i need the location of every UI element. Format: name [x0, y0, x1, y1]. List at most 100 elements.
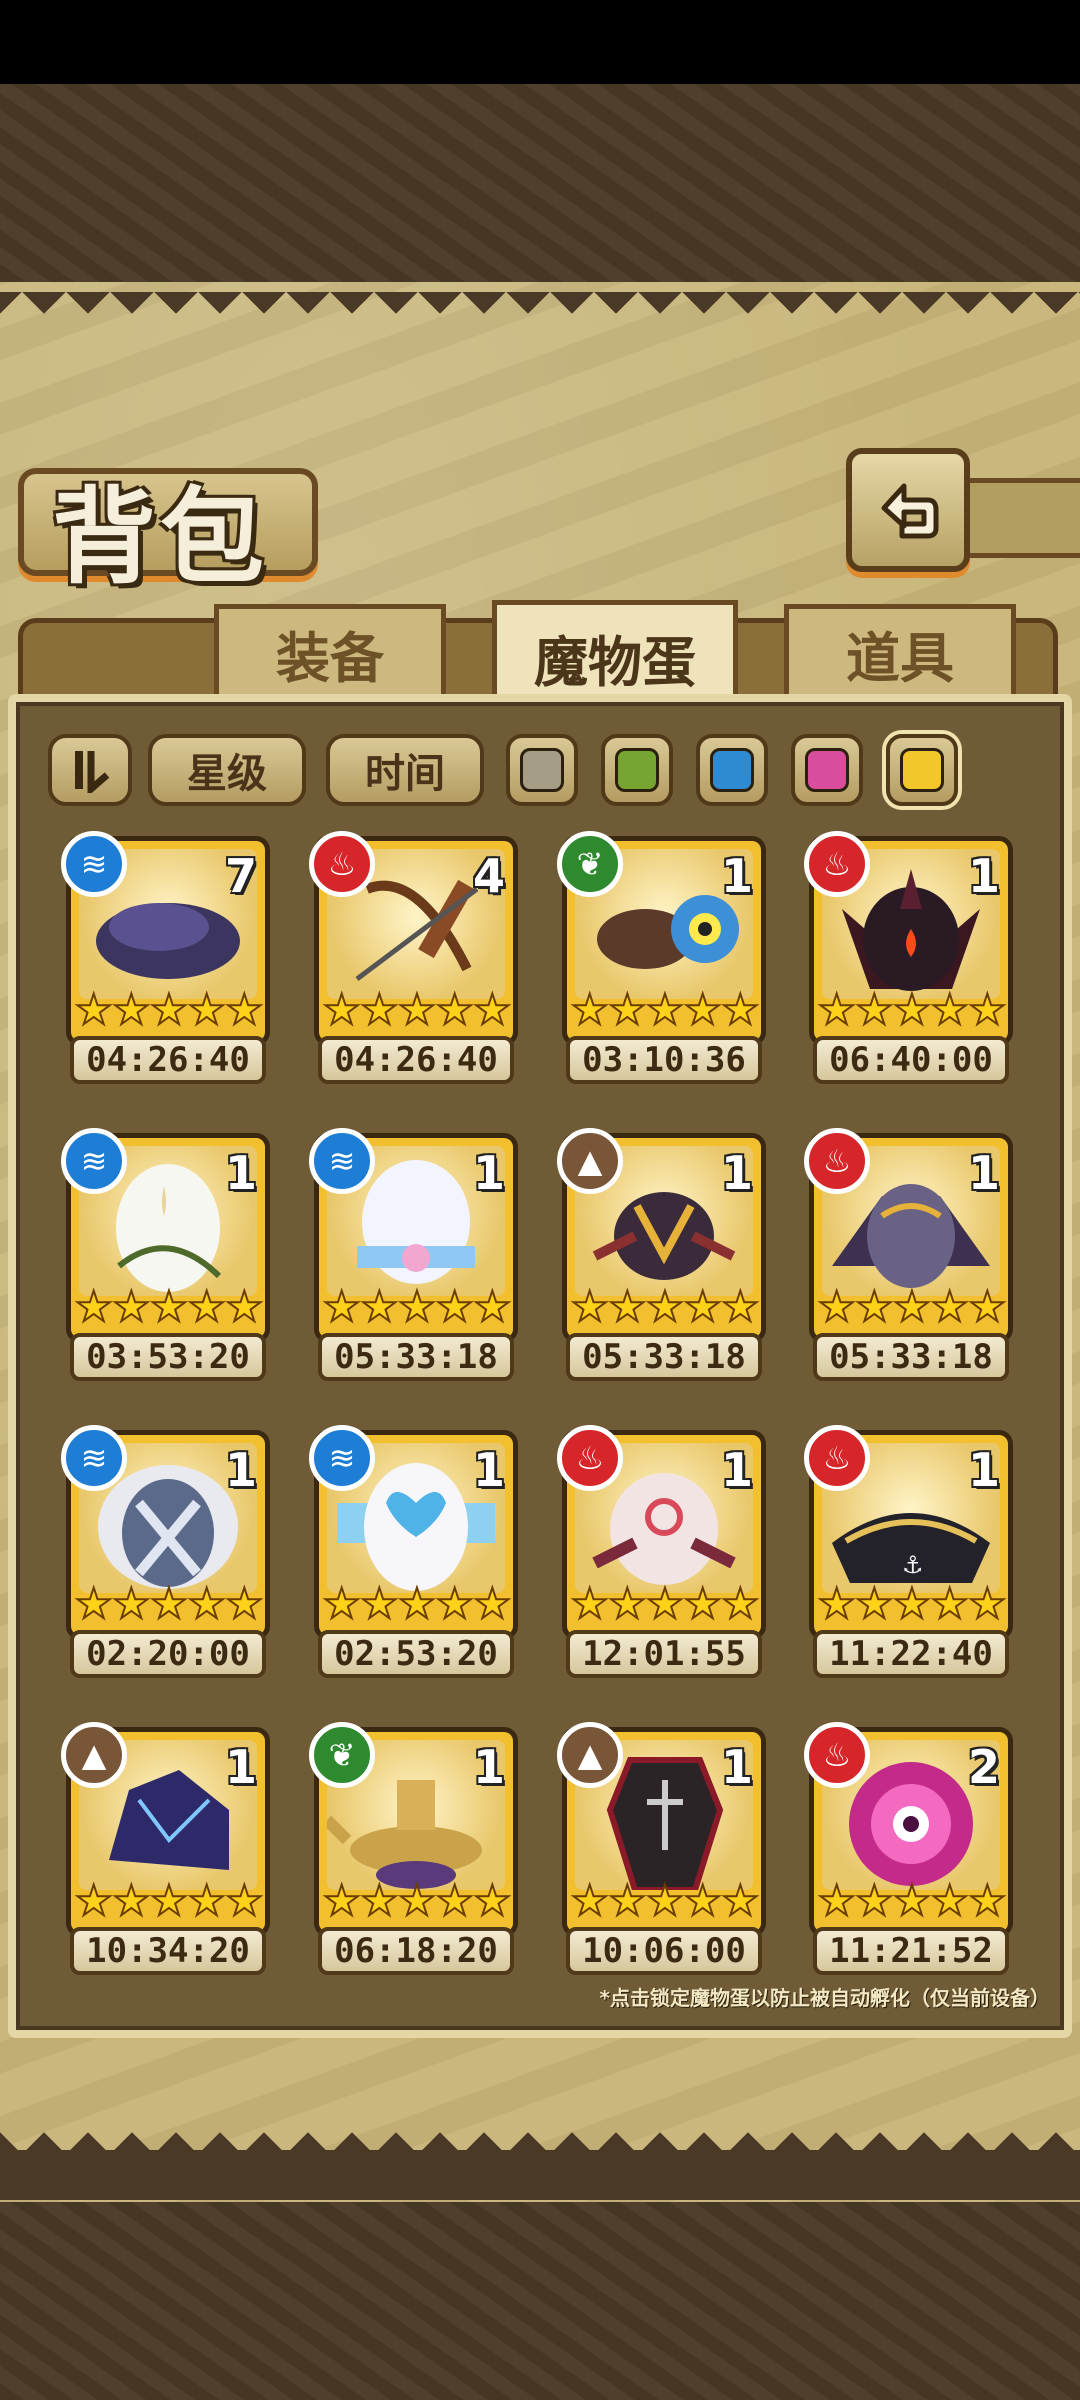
egg-count: 1: [720, 849, 753, 903]
tab-items[interactable]: 道具: [784, 604, 1016, 698]
star-icon: ★: [720, 1579, 760, 1628]
star-icon: ★: [570, 1579, 610, 1628]
star-icon: ★: [74, 1579, 114, 1628]
water-element-icon: ≋: [309, 1128, 375, 1194]
star-icon: ★: [892, 1876, 932, 1925]
tab-equipment[interactable]: 装备: [214, 604, 446, 698]
egg-count: 1: [472, 1740, 505, 1794]
egg-card[interactable]: ♨ 1 ★ ★ ★ ★ ★: [557, 1425, 766, 1640]
egg-card[interactable]: ≋ 1 ★ ★ ★ ★ ★: [309, 1128, 518, 1343]
star-rating: ★ ★ ★ ★ ★: [74, 1579, 264, 1628]
egg-count: 1: [224, 1740, 257, 1794]
star-icon: ★: [322, 1282, 362, 1331]
egg-card[interactable]: ≋ 1 ★ ★ ★ ★ ★: [309, 1425, 518, 1640]
star-icon: ★: [472, 1579, 512, 1628]
egg-card[interactable]: ≋ 1 ★ ★ ★ ★ ★: [61, 1128, 270, 1343]
egg-card[interactable]: ▲ 1 ★ ★ ★ ★ ★: [557, 1722, 766, 1937]
nature-element-icon: ❦: [557, 831, 623, 897]
hatch-timer: 03:53:20: [70, 1333, 266, 1381]
sort-toggle-icon: [75, 751, 110, 793]
star-rating: ★ ★ ★ ★ ★: [570, 1579, 760, 1628]
color-chip: [805, 748, 849, 792]
sort-by-star-button[interactable]: 星级: [148, 734, 306, 806]
fire-element-icon: ♨: [804, 1425, 870, 1491]
star-rating: ★ ★ ★ ★ ★: [817, 985, 1007, 1034]
color-chip: [520, 748, 564, 792]
color-filter-green[interactable]: [601, 734, 673, 806]
star-icon: ★: [435, 985, 475, 1034]
bottom-band: [0, 2150, 1080, 2200]
star-rating: ★ ★ ★ ★ ★: [74, 985, 264, 1034]
star-icon: ★: [608, 1579, 648, 1628]
egg-count: 1: [720, 1740, 753, 1794]
hatch-timer: 02:53:20: [318, 1630, 514, 1678]
egg-card[interactable]: ⚓ ♨ 1 ★ ★ ★ ★ ★: [804, 1425, 1013, 1640]
star-icon: ★: [930, 1876, 970, 1925]
egg-card[interactable]: ♨ 4 ★ ★ ★ ★ ★: [309, 831, 518, 1046]
star-icon: ★: [322, 1579, 362, 1628]
egg-card[interactable]: ≋ 7 ★ ★ ★ ★ ★: [61, 831, 270, 1046]
fire-element-icon: ♨: [804, 831, 870, 897]
star-icon: ★: [855, 1579, 895, 1628]
star-icon: ★: [683, 985, 723, 1034]
tab-label: 魔物蛋: [534, 631, 696, 694]
egg-card[interactable]: ♨ 1 ★ ★ ★ ★ ★: [804, 831, 1013, 1046]
star-rating: ★ ★ ★ ★ ★: [817, 1876, 1007, 1925]
water-element-icon: ≋: [61, 831, 127, 897]
star-icon: ★: [683, 1282, 723, 1331]
egg-count: 1: [967, 1443, 1000, 1497]
color-chip: [710, 748, 754, 792]
star-icon: ★: [224, 1579, 264, 1628]
egg-card[interactable]: ≋ 1 ★ ★ ★ ★ ★: [61, 1425, 270, 1640]
back-button[interactable]: [846, 448, 970, 572]
sort-order-button[interactable]: [48, 734, 132, 806]
star-icon: ★: [112, 1579, 152, 1628]
color-filter-pink[interactable]: [791, 734, 863, 806]
star-icon: ★: [608, 1876, 648, 1925]
fire-element-icon: ♨: [804, 1722, 870, 1788]
star-icon: ★: [112, 1876, 152, 1925]
star-icon: ★: [472, 1282, 512, 1331]
star-icon: ★: [817, 1876, 857, 1925]
fire-element-icon: ♨: [557, 1425, 623, 1491]
star-icon: ★: [149, 985, 189, 1034]
hatch-timer: 10:34:20: [70, 1927, 266, 1975]
hatch-timer: 06:18:20: [318, 1927, 514, 1975]
star-icon: ★: [187, 985, 227, 1034]
hatch-timer: 04:26:40: [70, 1036, 266, 1084]
egg-count: 1: [472, 1146, 505, 1200]
egg-card[interactable]: ♨ 1 ★ ★ ★ ★ ★: [804, 1128, 1013, 1343]
egg-card[interactable]: ♨ 2 ★ ★ ★ ★ ★: [804, 1722, 1013, 1937]
hatch-timer: 04:26:40: [318, 1036, 514, 1084]
hatch-timer: 11:22:40: [813, 1630, 1009, 1678]
color-filter-yellow[interactable]: [886, 734, 958, 806]
color-filter-gray[interactable]: [506, 734, 578, 806]
star-icon: ★: [967, 1282, 1007, 1331]
hatch-timer: 03:10:36: [566, 1036, 762, 1084]
torn-edge-top: [0, 292, 1080, 336]
star-icon: ★: [360, 1282, 400, 1331]
egg-count: 1: [224, 1146, 257, 1200]
earth-element-icon: ▲: [61, 1722, 127, 1788]
star-rating: ★ ★ ★ ★ ★: [817, 1282, 1007, 1331]
sort-by-time-button[interactable]: 时间: [326, 734, 484, 806]
hatch-timer: 02:20:00: [70, 1630, 266, 1678]
egg-card[interactable]: ▲ 1 ★ ★ ★ ★ ★: [61, 1722, 270, 1937]
hatch-timer: 05:33:18: [318, 1333, 514, 1381]
color-filter-blue[interactable]: [696, 734, 768, 806]
egg-card[interactable]: ▲ 1 ★ ★ ★ ★ ★: [557, 1128, 766, 1343]
egg-card[interactable]: ❦ 1 ★ ★ ★ ★ ★: [557, 831, 766, 1046]
status-bar: [0, 0, 1080, 84]
hatch-timer: 12:01:55: [566, 1630, 762, 1678]
egg-card[interactable]: ❦ 1 ★ ★ ★ ★ ★: [309, 1722, 518, 1937]
star-icon: ★: [224, 985, 264, 1034]
star-icon: ★: [570, 985, 610, 1034]
page-title: 背包: [52, 475, 269, 598]
star-icon: ★: [967, 985, 1007, 1034]
star-icon: ★: [930, 985, 970, 1034]
star-icon: ★: [608, 1282, 648, 1331]
star-icon: ★: [397, 1579, 437, 1628]
star-icon: ★: [720, 985, 760, 1034]
star-icon: ★: [112, 1282, 152, 1331]
lock-hint-text: *点击锁定魔物蛋以防止被自动孵化（仅当前设备）: [599, 1986, 1050, 2010]
